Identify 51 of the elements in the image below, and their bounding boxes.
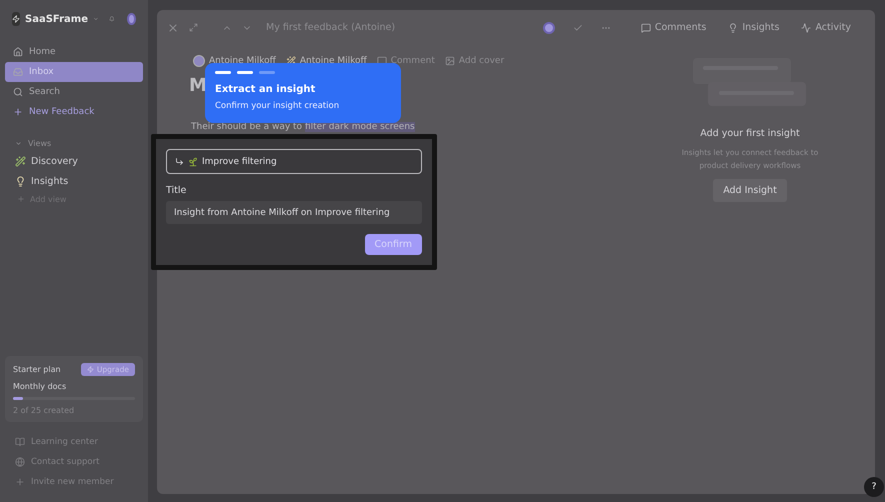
panel-tab[interactable]: Comments <box>640 19 706 36</box>
tooltip-text: Confirm your insight creation <box>215 101 340 111</box>
avatar-icon <box>193 55 205 67</box>
feedback-heading: M <box>189 75 207 98</box>
inbox-icon <box>13 67 23 77</box>
empty-title: Add your first insight <box>700 128 800 139</box>
tooltip-title: Extract an insight <box>215 84 316 95</box>
chevron-down-icon <box>15 140 22 146</box>
plan-name: Starter plan <box>13 365 61 374</box>
plus-icon <box>13 107 23 117</box>
return-arrow-icon <box>175 157 184 166</box>
workspace-name: SaaSFrame <box>25 14 88 24</box>
panel-tab[interactable]: Activity <box>801 19 851 36</box>
nav-item[interactable]: Home <box>5 42 143 62</box>
title-input[interactable]: Insight from Antoine Milkoff on Improve filtering <box>166 201 422 224</box>
expand-icon[interactable] <box>189 23 198 32</box>
sprout-icon <box>188 156 198 166</box>
close-icon[interactable] <box>167 22 179 34</box>
view-item[interactable]: Discovery <box>5 151 143 171</box>
nav-item[interactable]: Search <box>5 82 143 102</box>
help-button[interactable]: ? <box>864 477 884 497</box>
globe-icon <box>15 457 25 467</box>
avatar-icon[interactable] <box>127 13 136 25</box>
avatar-icon[interactable] <box>543 22 555 34</box>
home-icon <box>13 47 23 57</box>
section-label: Views <box>28 138 52 148</box>
view-item[interactable]: Insights <box>5 171 143 191</box>
panel-tab[interactable]: Insights <box>728 19 780 36</box>
search-icon <box>13 87 23 97</box>
usage-label: Monthly docs <box>13 382 68 391</box>
lightning-icon <box>86 366 94 373</box>
speech-bubble-icon <box>640 22 651 32</box>
book-icon <box>15 437 25 447</box>
meta-item[interactable]: Antoine Milkoff <box>286 56 367 66</box>
wand-icon <box>286 56 296 66</box>
confirm-button[interactable]: Confirm <box>364 234 422 255</box>
plus-icon <box>15 477 25 487</box>
pulse-icon <box>801 22 812 32</box>
image-icon <box>444 56 455 66</box>
meta-item[interactable]: Antoine Milkoff <box>193 55 276 67</box>
feedback-target-field[interactable]: Improve filtering <box>166 149 422 174</box>
new-feedback-button[interactable]: New Feedback <box>5 102 143 122</box>
field-label: Title <box>166 185 188 196</box>
lightbulb-icon <box>15 176 26 186</box>
logo-icon <box>12 12 20 26</box>
nav-item[interactable]: Inbox <box>5 62 143 82</box>
check-icon[interactable] <box>573 22 583 32</box>
plus-icon <box>17 195 25 203</box>
wand-icon <box>15 156 26 166</box>
lightbulb-icon <box>728 22 738 32</box>
add-insight-button[interactable]: Add Insight <box>713 179 787 202</box>
